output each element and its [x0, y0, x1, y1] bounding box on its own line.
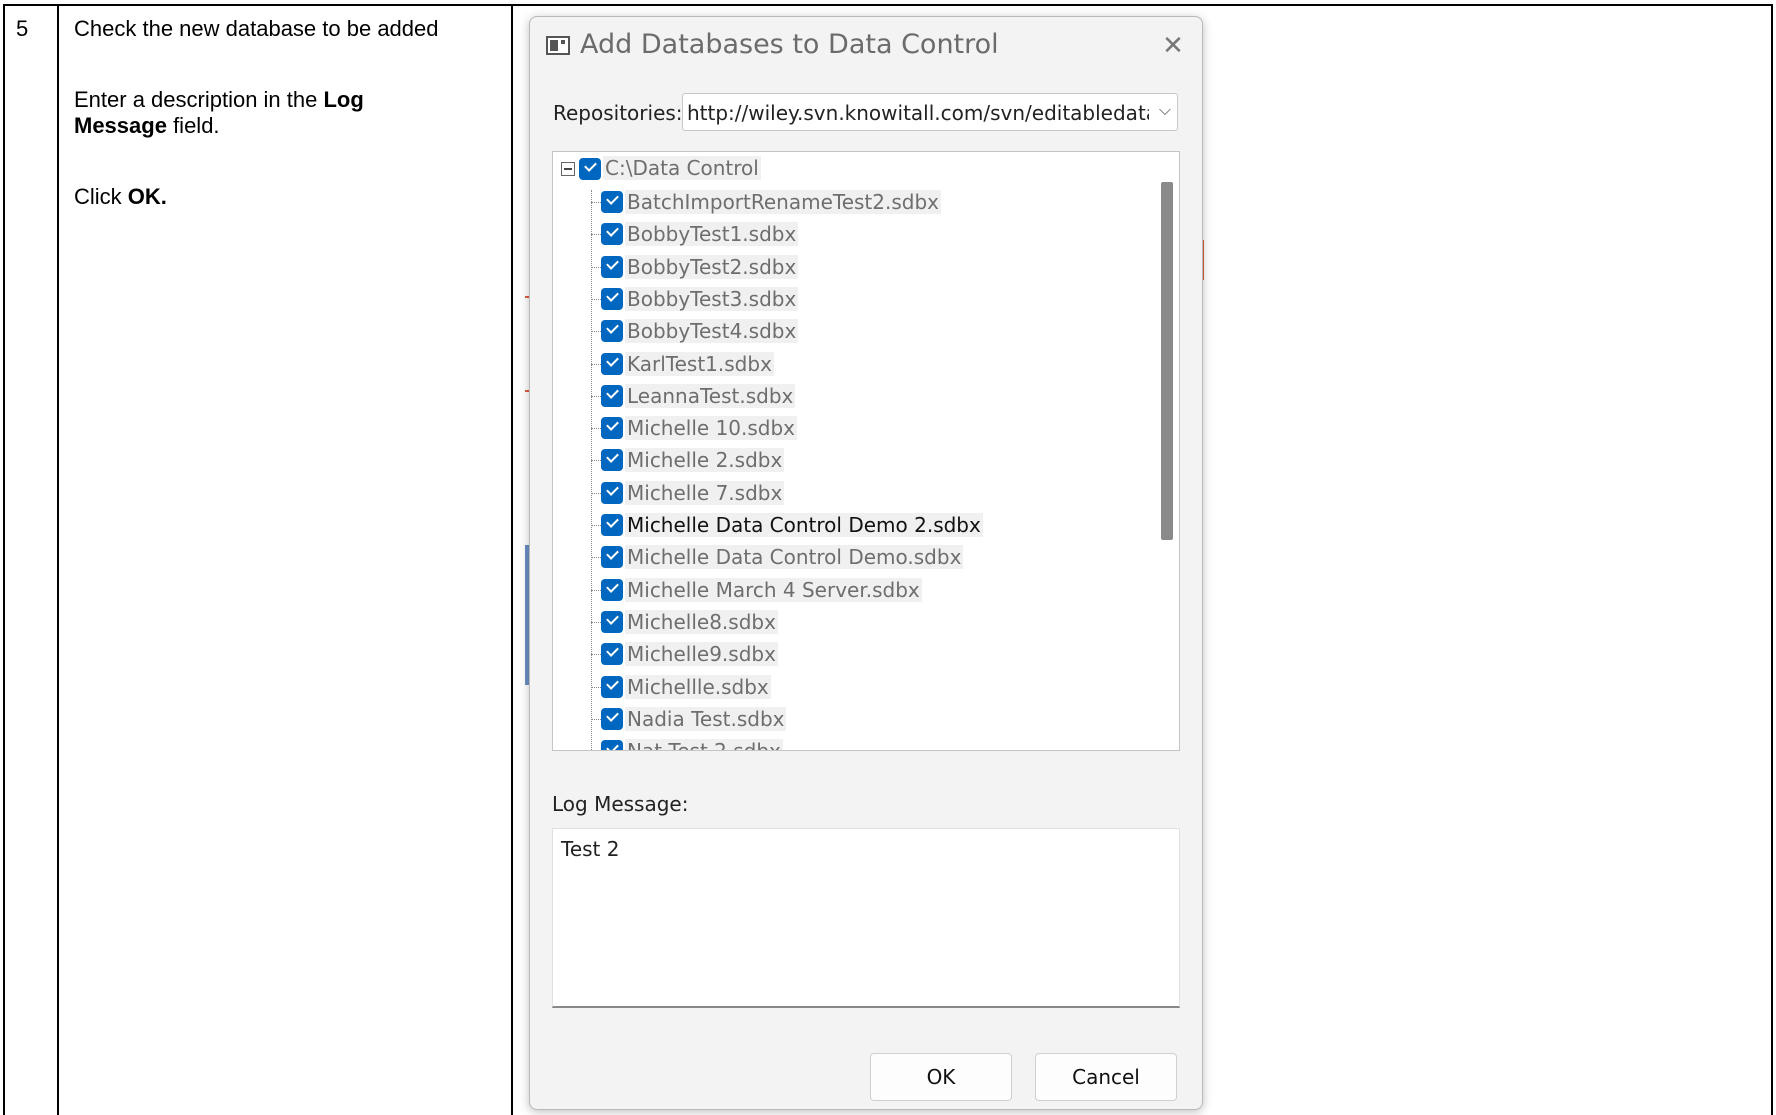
- database-tree[interactable]: C:\Data Control BatchImportRenameTest2.s…: [552, 151, 1180, 751]
- item-checkbox[interactable]: [601, 481, 623, 504]
- instruction-click-ok: Click OK.: [74, 184, 167, 210]
- root-checkbox[interactable]: [579, 158, 601, 180]
- repositories-value: http://wiley.svn.knowitall.com/svn/edita…: [687, 101, 1149, 125]
- collapse-icon[interactable]: [561, 162, 575, 176]
- repositories-label: Repositories:: [553, 101, 683, 125]
- tree-item-label: Michelle 2.sdbx: [625, 448, 785, 473]
- tree-scrollbar[interactable]: [1161, 182, 1173, 742]
- item-checkbox[interactable]: [601, 514, 623, 536]
- log-message-label: Log Message:: [552, 792, 689, 816]
- dialog-title: Add Databases to Data Control: [580, 29, 999, 60]
- table-border-right: [1771, 4, 1773, 1115]
- table-divider-2: [511, 4, 513, 1115]
- instruction-bold: OK.: [127, 184, 167, 209]
- table-border-top: [3, 4, 1773, 6]
- item-checkbox[interactable]: [601, 320, 623, 343]
- item-checkbox[interactable]: [601, 287, 623, 310]
- item-checkbox[interactable]: [601, 675, 623, 698]
- tree-item-label: BobbyTest2.sdbx: [625, 254, 799, 279]
- item-checkbox[interactable]: [601, 449, 623, 472]
- log-message-field[interactable]: Test 2: [552, 828, 1180, 1008]
- tree-item-label: Michelle 10.sdbx: [625, 416, 798, 441]
- tree-item-label: BobbyTest3.sdbx: [625, 286, 799, 311]
- chevron-down-icon: ⌵: [1158, 102, 1171, 119]
- instruction-log-message: Enter a description in the Log Message f…: [74, 87, 364, 139]
- item-checkbox[interactable]: [601, 707, 623, 730]
- item-checkbox[interactable]: [601, 610, 623, 633]
- instruction-bold: Message: [74, 113, 167, 138]
- tree-item-label: LeannaTest.sdbx: [625, 383, 796, 408]
- repositories-dropdown[interactable]: http://wiley.svn.knowitall.com/svn/edita…: [682, 93, 1178, 131]
- tree-item-label: Michelle March 4 Server.sdbx: [625, 577, 922, 602]
- step-number: 5: [16, 16, 29, 41]
- dialog-titlebar: Add Databases to Data Control ✕: [530, 17, 1202, 73]
- tree-item-label: Nat Test 2.sdbx: [625, 739, 783, 750]
- item-checkbox[interactable]: [601, 417, 623, 440]
- instruction-text: field.: [166, 113, 220, 138]
- add-databases-dialog: Add Databases to Data Control ✕ Reposito…: [529, 16, 1203, 1110]
- ok-button[interactable]: OK: [870, 1053, 1012, 1101]
- tree-item-label: Michelle Data Control Demo.sdbx: [625, 545, 964, 570]
- item-checkbox[interactable]: [601, 352, 623, 375]
- table-divider-1: [57, 4, 59, 1115]
- tree-item-label: KarlTest1.sdbx: [625, 351, 774, 376]
- tree-root-label: C:\Data Control: [603, 156, 761, 180]
- close-icon[interactable]: ✕: [1158, 31, 1188, 61]
- instruction-text: Enter a description in the: [74, 87, 324, 112]
- tree-item-label: BobbyTest1.sdbx: [625, 222, 799, 247]
- instruction-bold: Log: [323, 87, 364, 112]
- tree-connector: [591, 190, 592, 750]
- tree-item-label: BatchImportRenameTest2.sdbx: [625, 190, 942, 214]
- item-checkbox[interactable]: [601, 643, 623, 666]
- tree-item-label: Michelle 7.sdbx: [625, 480, 785, 505]
- item-checkbox[interactable]: [601, 578, 623, 601]
- item-checkbox[interactable]: [601, 191, 623, 213]
- item-checkbox[interactable]: [601, 546, 623, 569]
- tree-item-label: Michelle Data Control Demo 2.sdbx: [625, 513, 983, 537]
- tree-item-label: Michelle9.sdbx: [625, 642, 778, 667]
- item-checkbox[interactable]: [601, 384, 623, 407]
- tree-item-label: Michelle8.sdbx: [625, 609, 778, 634]
- instruction-text: Click: [74, 184, 128, 209]
- cancel-button[interactable]: Cancel: [1035, 1053, 1177, 1101]
- item-checkbox[interactable]: [601, 255, 623, 278]
- item-checkbox[interactable]: [601, 223, 623, 246]
- item-checkbox[interactable]: [601, 740, 623, 750]
- tree-item-label: Nadia Test.sdbx: [625, 706, 787, 731]
- tree-item-label: BobbyTest4.sdbx: [625, 319, 799, 344]
- log-message-text: Test 2: [561, 837, 620, 861]
- app-window-icon: [546, 36, 570, 55]
- tree-item-label: Michellle.sdbx: [625, 674, 771, 699]
- instruction-check: Check the new database to be added: [74, 16, 439, 41]
- table-border-left: [3, 4, 5, 1115]
- scrollbar-thumb[interactable]: [1161, 182, 1173, 540]
